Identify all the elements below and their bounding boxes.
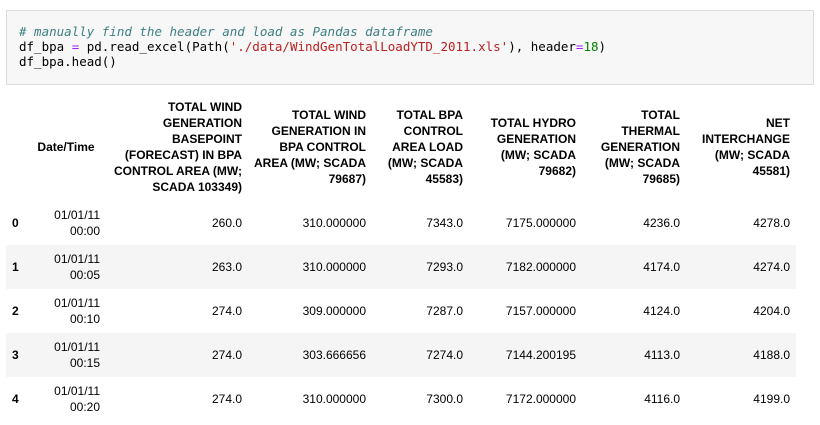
table-row: 4 01/01/11 00:20 274.0 310.000000 7300.0 7172.… — [6, 377, 796, 421]
table-cell: 260.0 — [211, 216, 242, 230]
table-cell: 310.000000 — [302, 392, 366, 406]
time-text: 00:00 — [69, 224, 100, 238]
code-string: './data/WindGenTotalLoadYTD_2011.xls' — [229, 39, 509, 54]
table-cell: 4174.0 — [643, 260, 680, 274]
time-text: 00:05 — [69, 268, 100, 282]
time-text: 00:20 — [69, 400, 100, 414]
table-cell: 7144.200195 — [505, 348, 576, 362]
table-cell: 7182.000000 — [505, 260, 576, 274]
table-row: 3 01/01/11 00:15 274.0 303.666656 7274.0 7144.… — [6, 333, 796, 377]
table-cell: 4199.0 — [753, 392, 790, 406]
table-cell: 4274.0 — [753, 260, 790, 274]
datetime-cell: 01/01/11 00:05 — [26, 245, 106, 289]
code-token: df_bpa — [19, 39, 72, 54]
column-header-datetime: Date/Time — [37, 140, 95, 154]
table-cell: 274.0 — [211, 348, 242, 362]
table-cell: 4278.0 — [753, 216, 790, 230]
table-cell: 7274.0 — [426, 348, 463, 362]
code-number: 18 — [583, 39, 599, 54]
table-cell: 4188.0 — [753, 348, 790, 362]
column-header-net-interchange: NET INTERCHANGE (MW; SCADA 45581) — [701, 116, 790, 178]
table-cell: 303.666656 — [302, 348, 366, 362]
dataframe-output-table: Date/Time TOTAL WIND GENERATION BASEPOIN… — [6, 93, 796, 421]
table-cell: 7287.0 — [426, 304, 463, 318]
column-header-bpa-load: TOTAL BPA CONTROL AREA LOAD (MW; SCADA 4… — [387, 108, 463, 186]
time-text: 00:10 — [69, 312, 100, 326]
row-index: 3 — [12, 348, 19, 362]
table-cell: 310.000000 — [302, 260, 366, 274]
time-text: 00:15 — [69, 356, 100, 370]
table-cell: 7300.0 — [426, 392, 463, 406]
code-comment: # manually find the header and load as P… — [19, 24, 433, 39]
datetime-cell: 01/01/11 00:00 — [26, 201, 106, 245]
table-cell: 7293.0 — [426, 260, 463, 274]
code-token: ), header — [508, 39, 576, 54]
code-line-comment: # manually find the header and load as P… — [19, 24, 813, 39]
index-header — [6, 93, 26, 201]
code-line-head: df_bpa.head() — [19, 54, 117, 69]
table-cell: 274.0 — [211, 392, 242, 406]
code-line-read-excel: df_bpa = pd.read_excel(Path('./data/Wind… — [19, 39, 813, 54]
table-cell: 4113.0 — [644, 348, 680, 362]
code-token: ) — [598, 39, 607, 54]
date-text: 01/01/11 — [54, 252, 100, 266]
table-cell: 4116.0 — [644, 392, 680, 406]
date-text: 01/01/11 — [54, 296, 100, 310]
table-cell: 7175.000000 — [505, 216, 576, 230]
table-cell: 274.0 — [211, 304, 242, 318]
date-text: 01/01/11 — [54, 384, 100, 398]
code-token: pd.read_excel(Path( — [79, 39, 230, 54]
table-cell: 310.000000 — [302, 216, 366, 230]
row-index: 4 — [12, 392, 19, 406]
column-header-hydro: TOTAL HYDRO GENERATION (MW; SCADA 79682) — [490, 116, 576, 178]
table-cell: 7172.000000 — [505, 392, 576, 406]
table-cell: 7157.000000 — [505, 304, 576, 318]
row-index: 1 — [12, 260, 19, 274]
datetime-cell: 01/01/11 00:10 — [26, 289, 106, 333]
table-cell: 263.0 — [211, 260, 242, 274]
table-row: 2 01/01/11 00:10 274.0 309.000000 7287.0 7157.… — [6, 289, 796, 333]
date-text: 01/01/11 — [54, 340, 100, 354]
row-index: 0 — [12, 216, 19, 230]
column-header-thermal: TOTAL THERMAL GENERATION (MW; SCADA 7968… — [600, 108, 680, 186]
table-cell: 4204.0 — [753, 304, 790, 318]
table-cell: 309.000000 — [302, 304, 366, 318]
table-row: 0 01/01/11 00:00 260.0 310.000000 7343.0 7175.… — [6, 201, 796, 245]
row-index: 2 — [12, 304, 19, 318]
date-text: 01/01/11 — [54, 208, 100, 222]
table-cell: 4124.0 — [643, 304, 680, 318]
table-cell: 7343.0 — [426, 216, 463, 230]
datetime-cell: 01/01/11 00:20 — [26, 377, 106, 421]
datetime-cell: 01/01/11 00:15 — [26, 333, 106, 377]
table-cell: 4236.0 — [643, 216, 680, 230]
table-row: 1 01/01/11 00:05 263.0 310.000000 7293.0 7182.… — [6, 245, 796, 289]
column-header-wind-forecast: TOTAL WIND GENERATION BASEPOINT (FORECAS… — [114, 100, 242, 194]
column-header-wind-generation: TOTAL WIND GENERATION IN BPA CONTROL ARE… — [254, 108, 366, 186]
table-header-row: Date/Time TOTAL WIND GENERATION BASEPOIN… — [6, 93, 796, 201]
code-cell[interactable]: # manually find the header and load as P… — [6, 10, 814, 85]
